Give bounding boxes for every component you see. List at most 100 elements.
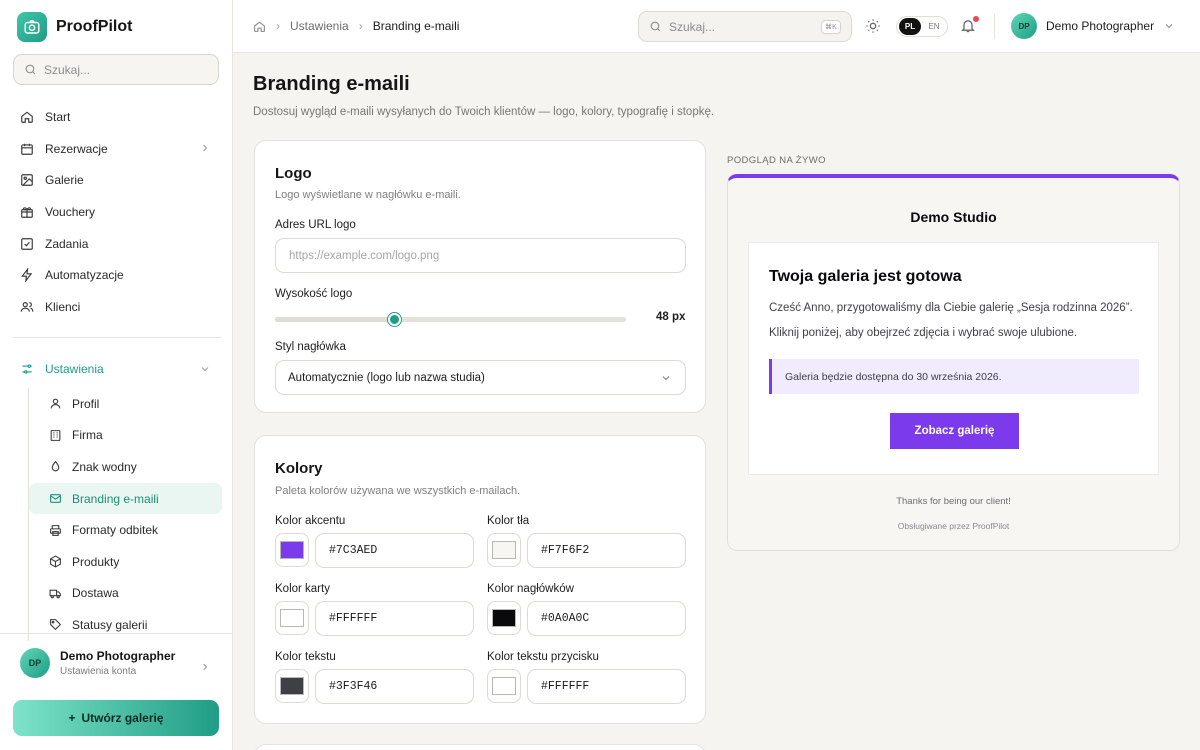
user-icon	[50, 398, 61, 409]
page-title: Branding e-maili	[253, 73, 410, 95]
sidebar-item-produkty[interactable]: Produkty	[29, 546, 222, 578]
sidebar-item-label: Dostawa	[72, 586, 119, 601]
card-color-swatch[interactable]	[275, 601, 309, 635]
sidebar: ProofPilot Szukaj... Start Rezerwacje Ga…	[0, 0, 233, 750]
color-field-label: Kolor tekstu przycisku	[487, 651, 599, 663]
swatch-fill	[492, 677, 516, 695]
sidebar-search-placeholder: Szukaj...	[44, 62, 91, 77]
sidebar-item-dostawa[interactable]: Dostawa	[29, 578, 222, 610]
accent-color-swatch[interactable]	[275, 533, 309, 567]
home-icon[interactable]	[253, 20, 266, 33]
color-value: #3F3F46	[329, 680, 378, 693]
text-color-input[interactable]: #3F3F46	[315, 669, 474, 704]
color-value: #FFFFFF	[329, 612, 378, 625]
avatar: DP	[20, 647, 50, 678]
preview-paragraph: Kliknij poniżej, aby obejrzeć zdjęcia i …	[769, 327, 1078, 339]
lang-pl[interactable]: PL	[899, 18, 921, 35]
sidebar-search-input[interactable]: Szukaj...	[13, 54, 219, 85]
sidebar-item-start[interactable]: Start	[0, 101, 233, 133]
sidebar-item-profil[interactable]: Profil	[29, 388, 222, 420]
sidebar-item-znak-wodny[interactable]: Znak wodny	[29, 451, 222, 483]
user-name: Demo Photographer	[60, 648, 176, 663]
background-color-input[interactable]: #F7F6F2	[527, 533, 686, 568]
logo-url-label: Adres URL logo	[275, 219, 356, 231]
swatch-fill	[492, 609, 516, 627]
accent-color-input[interactable]: #7C3AED	[315, 533, 474, 568]
sidebar-item-label: Firma	[72, 428, 103, 443]
color-field-label: Kolor akcentu	[275, 515, 346, 527]
logo-url-input[interactable]: https://example.com/logo.png	[275, 238, 686, 273]
user-subtitle: Ustawienia konta	[60, 665, 137, 677]
logo-height-slider[interactable]	[275, 313, 626, 326]
sidebar-item-ustawienia[interactable]: Ustawienia	[0, 353, 233, 385]
sidebar-item-label: Ustawienia	[45, 362, 104, 376]
email-preview: Demo Studio Twoja galeria jest gotowa Cz…	[727, 174, 1180, 551]
top-search-input[interactable]: Szukaj... ⌘K	[638, 11, 852, 42]
user-menu[interactable]: DP Demo Photographer	[1011, 13, 1175, 39]
swatch-fill	[280, 609, 304, 627]
color-value: #0A0A0C	[541, 612, 590, 625]
calendar-icon	[21, 143, 33, 155]
preview-view-gallery-button: Zobacz galerię	[890, 413, 1019, 449]
sidebar-item-formaty-odbitek[interactable]: Formaty odbitek	[29, 514, 222, 546]
logo-height-label: Wysokość logo	[275, 288, 353, 300]
language-switcher[interactable]: PL EN	[896, 16, 948, 37]
sidebar-item-zadania[interactable]: Zadania	[0, 228, 233, 260]
settings-subnav: Profil Firma Znak wodny Branding e-maili…	[28, 388, 223, 641]
text-color-swatch[interactable]	[275, 669, 309, 703]
sidebar-nav: Start Rezerwacje Galerie Vouchery Zadani…	[0, 101, 233, 323]
checkbox-icon	[21, 237, 33, 250]
button-text-color-swatch[interactable]	[487, 669, 521, 703]
live-preview-label: PODGLĄD NA ŻYWO	[727, 155, 826, 166]
chevron-down-icon	[662, 376, 670, 381]
color-value: #FFFFFF	[541, 680, 590, 693]
sidebar-item-label: Klienci	[45, 299, 81, 314]
plus-icon: +	[68, 711, 76, 725]
heading-color-swatch[interactable]	[487, 601, 521, 635]
preview-paragraph: Cześć Anno, przygotowaliśmy dla Ciebie g…	[769, 302, 1133, 314]
logo-card: Logo Logo wyświetlane w nagłówku e-maili…	[254, 140, 706, 413]
sidebar-item-galerie[interactable]: Galerie	[0, 164, 233, 196]
sidebar-item-firma[interactable]: Firma	[29, 420, 222, 452]
droplet-icon	[51, 461, 60, 472]
topbar-divider	[994, 14, 995, 39]
swatch-fill	[492, 541, 516, 559]
preview-studio-name: Demo Studio	[910, 209, 997, 225]
sidebar-item-vouchery[interactable]: Vouchery	[0, 196, 233, 228]
printer-icon	[50, 524, 61, 536]
building-icon	[50, 429, 61, 441]
card-color-input[interactable]: #FFFFFF	[315, 601, 474, 636]
sidebar-item-label: Automatyzacje	[45, 268, 124, 283]
sidebar-item-rezerwacje[interactable]: Rezerwacje	[0, 133, 233, 165]
camera-icon	[17, 12, 47, 42]
sidebar-item-klienci[interactable]: Klienci	[0, 291, 233, 323]
sidebar-item-automatyzacje[interactable]: Automatyzacje	[0, 259, 233, 291]
brand[interactable]: ProofPilot	[17, 12, 132, 42]
lang-en[interactable]: EN	[924, 18, 944, 35]
sidebar-item-label: Produkty	[72, 554, 120, 569]
top-search-placeholder: Szukaj...	[669, 19, 716, 34]
breadcrumb-link[interactable]: Ustawienia	[290, 19, 349, 33]
colors-card-title: Kolory	[275, 460, 323, 477]
sun-icon[interactable]	[865, 18, 881, 34]
preview-powered-by: Obsługiwane przez ProofPilot	[897, 521, 1010, 531]
background-color-swatch[interactable]	[487, 533, 521, 567]
tag-icon	[50, 619, 62, 631]
sidebar-item-label: Galerie	[45, 173, 84, 188]
color-value: #7C3AED	[329, 544, 378, 557]
heading-color-input[interactable]: #0A0A0C	[527, 601, 686, 636]
sidebar-item-label: Formaty odbitek	[72, 523, 159, 538]
create-gallery-button[interactable]: + Utwórz galerię	[13, 700, 219, 736]
account-menu[interactable]: DP Demo Photographer Ustawienia konta	[0, 633, 233, 691]
swatch-fill	[280, 541, 304, 559]
topbar: › Ustawienia › Branding e-maili Szukaj..…	[233, 0, 1200, 53]
slider-thumb[interactable]	[388, 313, 401, 326]
button-text-color-input[interactable]: #FFFFFF	[527, 669, 686, 704]
sidebar-item-branding-e-maili[interactable]: Branding e-maili	[29, 482, 222, 515]
logo-card-subtitle: Logo wyświetlane w nagłówku e-maili.	[275, 189, 461, 201]
sidebar-item-label: Profil	[72, 396, 100, 411]
preview-heading: Twoja galeria jest gotowa	[769, 268, 962, 285]
notification-dot	[973, 16, 979, 22]
chevron-right-icon	[203, 144, 208, 152]
header-style-select[interactable]: Automatycznie (logo lub nazwa studia)	[275, 360, 686, 395]
